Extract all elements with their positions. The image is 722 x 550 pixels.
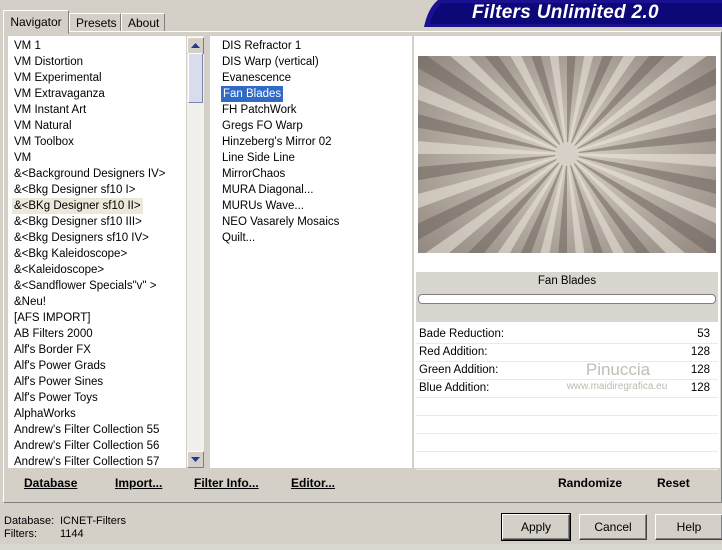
tab-navigator[interactable]: Navigator (3, 10, 69, 34)
tab-about[interactable]: About (121, 13, 165, 32)
list-item[interactable]: MURUs Wave... (222, 198, 304, 214)
preview-image (418, 56, 716, 253)
list-item[interactable]: MirrorChaos (222, 166, 285, 182)
param-row-empty (416, 416, 718, 434)
category-scrollbar[interactable] (187, 36, 204, 468)
preview-filter-name: Fan Blades (537, 275, 597, 287)
param-name: Red Addition: (419, 346, 488, 358)
window-bottom-edge (0, 544, 722, 550)
list-item[interactable]: Evanescence (222, 70, 291, 86)
filters-label: Filters: (4, 528, 37, 540)
param-name: Green Addition: (419, 364, 499, 376)
list-item[interactable]: NEO Vasarely Mosaics (222, 214, 339, 230)
list-item[interactable]: &<Kaleidoscope> (14, 262, 104, 278)
list-item[interactable]: Andrew's Filter Collection 56 (14, 438, 159, 454)
list-item[interactable]: [AFS IMPORT] (14, 310, 90, 326)
help-button[interactable]: Help (655, 514, 722, 540)
list-item[interactable]: VM (14, 150, 31, 166)
filter-info-link[interactable]: Filter Info... (194, 476, 259, 490)
apply-button[interactable]: Apply (501, 513, 571, 541)
database-value: ICNET-Filters (60, 515, 126, 527)
param-row-empty (416, 434, 718, 452)
list-item[interactable]: Alf's Border FX (14, 342, 91, 358)
list-item[interactable]: Alf's Power Grads (14, 358, 106, 374)
database-label: Database: (4, 515, 55, 527)
scroll-thumb[interactable] (188, 53, 203, 103)
list-item[interactable]: VM Distortion (14, 54, 83, 70)
progress-bar (418, 294, 716, 304)
list-item[interactable]: Line Side Line (222, 150, 295, 166)
list-item[interactable]: VM Instant Art (14, 102, 86, 118)
randomize-button[interactable]: Randomize (558, 476, 622, 490)
param-name: Bade Reduction: (419, 328, 505, 340)
list-item[interactable]: &<Bkg Designer sf10 III> (14, 214, 142, 230)
cancel-button[interactable]: Cancel (579, 514, 647, 540)
list-item[interactable]: Hinzeberg's Mirror 02 (222, 134, 332, 150)
scroll-up-button[interactable] (187, 37, 204, 54)
list-item-selected[interactable]: Fan Blades (221, 86, 284, 102)
list-item[interactable]: &<Bkg Designers sf10 IV> (14, 230, 149, 246)
list-item[interactable]: &<Background Designers IV> (14, 166, 166, 182)
list-item[interactable]: VM Toolbox (14, 134, 74, 150)
list-item[interactable]: Quilt... (222, 230, 255, 246)
scroll-down-button[interactable] (187, 451, 204, 468)
list-item[interactable]: AlphaWorks (14, 406, 76, 422)
filter-list[interactable]: DIS Refractor 1 DIS Warp (vertical) Evan… (210, 36, 412, 468)
reset-button[interactable]: Reset (657, 476, 690, 490)
tab-presets[interactable]: Presets (69, 13, 121, 32)
param-value: 128 (690, 346, 710, 358)
list-item[interactable]: Andrew's Filter Collection 57 (14, 454, 159, 468)
chevron-down-icon (191, 456, 200, 462)
list-item[interactable]: VM Extravaganza (14, 86, 105, 102)
list-item[interactable]: DIS Warp (vertical) (222, 54, 319, 70)
watermark-title: Pinuccia (585, 360, 651, 379)
editor-link[interactable]: Editor... (291, 476, 335, 490)
list-item[interactable]: VM 1 (14, 38, 41, 54)
list-item[interactable]: FH PatchWork (222, 102, 297, 118)
list-item[interactable]: &<Sandflower Specials"v" > (14, 278, 156, 294)
list-item[interactable]: &Neu! (14, 294, 46, 310)
import-link[interactable]: Import... (115, 476, 162, 490)
filters-count: 1144 (60, 528, 84, 540)
database-link[interactable]: Database (24, 476, 77, 490)
list-item[interactable]: AB Filters 2000 (14, 326, 93, 342)
param-value: 53 (697, 328, 710, 340)
list-item[interactable]: VM Experimental (14, 70, 102, 86)
list-item[interactable]: Gregs FO Warp (222, 118, 303, 134)
param-name: Blue Addition: (419, 382, 490, 394)
param-row[interactable]: Bade Reduction: 53 (416, 326, 718, 344)
param-value: 128 (690, 382, 710, 394)
list-item[interactable]: Andrew's Filter Collection 55 (14, 422, 159, 438)
list-item[interactable]: DIS Refractor 1 (222, 38, 301, 54)
list-item-selected[interactable]: &<BKg Designer sf10 II> (12, 198, 143, 214)
param-value: 128 (690, 364, 710, 376)
list-item[interactable]: VM Natural (14, 118, 72, 134)
chevron-up-icon (191, 42, 200, 48)
param-row-empty (416, 452, 718, 470)
watermark-url: www.maidiregrafica.eu (566, 381, 668, 392)
list-item[interactable]: MURA Diagonal... (222, 182, 313, 198)
list-item[interactable]: &<Bkg Designer sf10 I> (14, 182, 135, 198)
list-item[interactable]: Alf's Power Toys (14, 390, 98, 406)
list-item[interactable]: &<Bkg Kaleidoscope> (14, 246, 127, 262)
category-list[interactable]: VM 1 VM Distortion VM Experimental VM Ex… (8, 36, 186, 468)
param-row-empty (416, 398, 718, 416)
app-title: Filters Unlimited 2.0 (472, 2, 659, 23)
list-item[interactable]: Alf's Power Sines (14, 374, 103, 390)
